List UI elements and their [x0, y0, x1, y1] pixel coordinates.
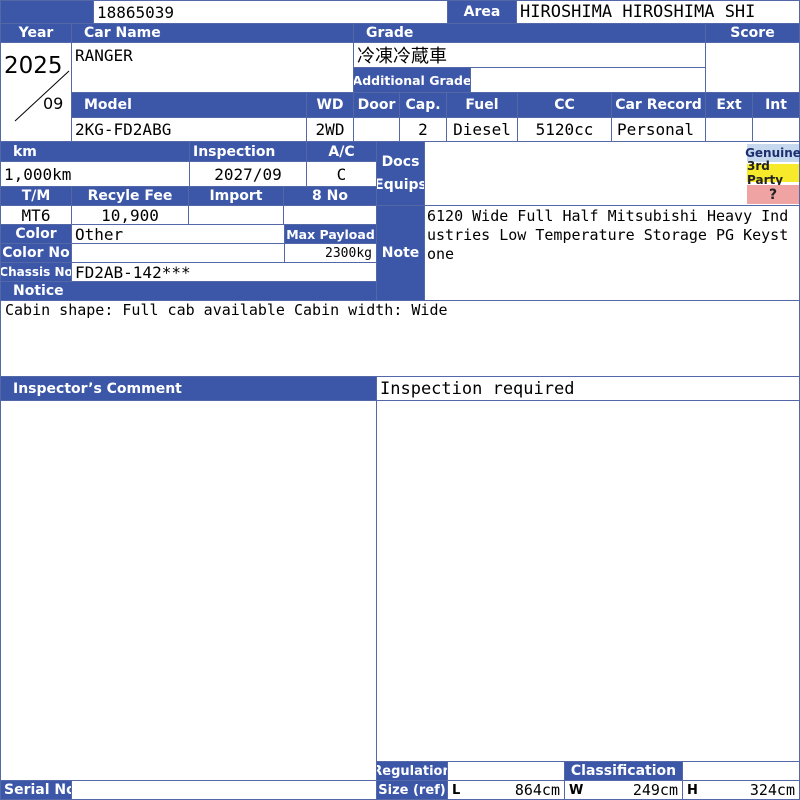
- auction-sheet: 18865039 Area HIROSHIMA HIROSHIMA SHI Ye…: [0, 0, 800, 800]
- int-label: Int: [753, 93, 799, 117]
- classification-value: [683, 762, 799, 780]
- car-name-label: Car Name: [72, 24, 353, 42]
- max-payload-label: Max Payload: [285, 225, 376, 243]
- year-value: 2025: [4, 53, 63, 79]
- cc-value: 5120cc: [518, 118, 611, 141]
- recycle-fee-value: 10,900: [72, 206, 188, 224]
- recycle-fee-label: Recyle Fee: [72, 187, 188, 205]
- size-l-cell: L 864cm: [448, 781, 564, 799]
- cap-label: Cap.: [400, 93, 446, 117]
- fuel-label: Fuel: [447, 93, 517, 117]
- model-value: 2KG-FD2ABG: [72, 118, 306, 141]
- inquiry-no-label: [1, 1, 93, 23]
- size-h-label: H: [687, 782, 698, 798]
- classification-label: Classification: [565, 762, 682, 780]
- size-w-value: 249cm: [632, 781, 678, 799]
- year-cell: 2025 09: [1, 43, 71, 141]
- max-payload-value: 2300kg: [285, 244, 376, 262]
- car-name-value: RANGER: [72, 43, 353, 92]
- size-ref-label: Size (ref): [377, 781, 447, 799]
- third-party-badge: 3rd Party: [747, 159, 799, 187]
- size-h-cell: H 324cm: [683, 781, 799, 799]
- inquiry-no-value: 18865039: [94, 1, 447, 23]
- fuel-value: Diesel: [447, 118, 517, 141]
- eight-no-label: 8 No: [284, 187, 376, 205]
- ext-value: [706, 118, 752, 141]
- inspection-required-value: Inspection required: [377, 377, 799, 400]
- ac-value: C: [307, 162, 376, 186]
- area-label: Area: [448, 1, 516, 23]
- additional-grade-value: [471, 68, 705, 92]
- size-l-label: L: [452, 782, 461, 798]
- area-value: HIROSHIMA HIROSHIMA SHI: [517, 1, 799, 23]
- serial-no-label: Serial No: [1, 781, 71, 799]
- color-value: Other: [72, 225, 284, 243]
- regulation-value: [448, 762, 564, 780]
- km-value: 1,000km: [1, 162, 189, 186]
- docs-label: Docs: [381, 153, 420, 170]
- note-label: Note: [377, 206, 424, 300]
- month-value: 09: [43, 94, 64, 113]
- inspector-comment-label: Inspector’s Comment: [1, 377, 376, 400]
- color-label: Color: [1, 225, 71, 243]
- size-l-value: 864cm: [514, 781, 560, 799]
- unknown-badge: ?: [747, 185, 799, 204]
- door-value: [354, 118, 399, 141]
- import-value: [189, 206, 283, 224]
- wd-label: WD: [307, 93, 353, 117]
- model-label: Model: [72, 93, 306, 117]
- grade-label: Grade: [354, 24, 705, 42]
- cc-label: CC: [518, 93, 611, 117]
- cap-value: 2: [400, 118, 446, 141]
- docs-equips-label: Docs Equips: [377, 142, 424, 205]
- tm-value: MT6: [1, 206, 71, 224]
- year-label: Year: [1, 24, 71, 42]
- car-record-value: Personal: [612, 118, 705, 141]
- score-label: Score: [706, 24, 799, 42]
- import-label: Import: [189, 187, 283, 205]
- ext-label: Ext: [706, 93, 752, 117]
- ac-label: A/C: [307, 142, 376, 161]
- notice-value: Cabin shape: Full cab available Cabin wi…: [1, 301, 799, 376]
- chassis-no-value: FD2AB-142***: [72, 263, 376, 281]
- size-h-value: 324cm: [749, 781, 795, 799]
- km-label: km: [1, 142, 189, 161]
- serial-no-value: [72, 781, 376, 799]
- inspection-value: 2027/09: [190, 162, 306, 186]
- door-label: Door: [354, 93, 399, 117]
- eight-no-value: [284, 206, 376, 224]
- tm-label: T/M: [1, 187, 71, 205]
- regulation-label: Regulation: [377, 762, 447, 780]
- wd-value: 2WD: [307, 118, 353, 141]
- docs-equips-value: [425, 142, 799, 205]
- size-w-label: W: [569, 782, 584, 798]
- inspector-comment-area: [1, 401, 376, 780]
- color-no-value: [72, 244, 284, 262]
- color-no-label: Color No: [1, 244, 71, 262]
- size-w-cell: W 249cm: [565, 781, 682, 799]
- inspection-diagram-area: [377, 401, 799, 761]
- note-value: 6120 Wide Full Half Mitsubishi Heavy Ind…: [425, 206, 799, 300]
- int-value: [753, 118, 799, 141]
- grade-value: 冷凍冷蔵車: [354, 43, 705, 67]
- car-record-label: Car Record: [612, 93, 705, 117]
- inspection-label: Inspection: [190, 142, 306, 161]
- score-value: [706, 43, 799, 92]
- chassis-no-label: Chassis No: [1, 263, 71, 281]
- notice-label: Notice: [1, 282, 376, 300]
- additional-grade-label: Additional Grade: [354, 68, 470, 92]
- equips-label: Equips: [377, 176, 424, 193]
